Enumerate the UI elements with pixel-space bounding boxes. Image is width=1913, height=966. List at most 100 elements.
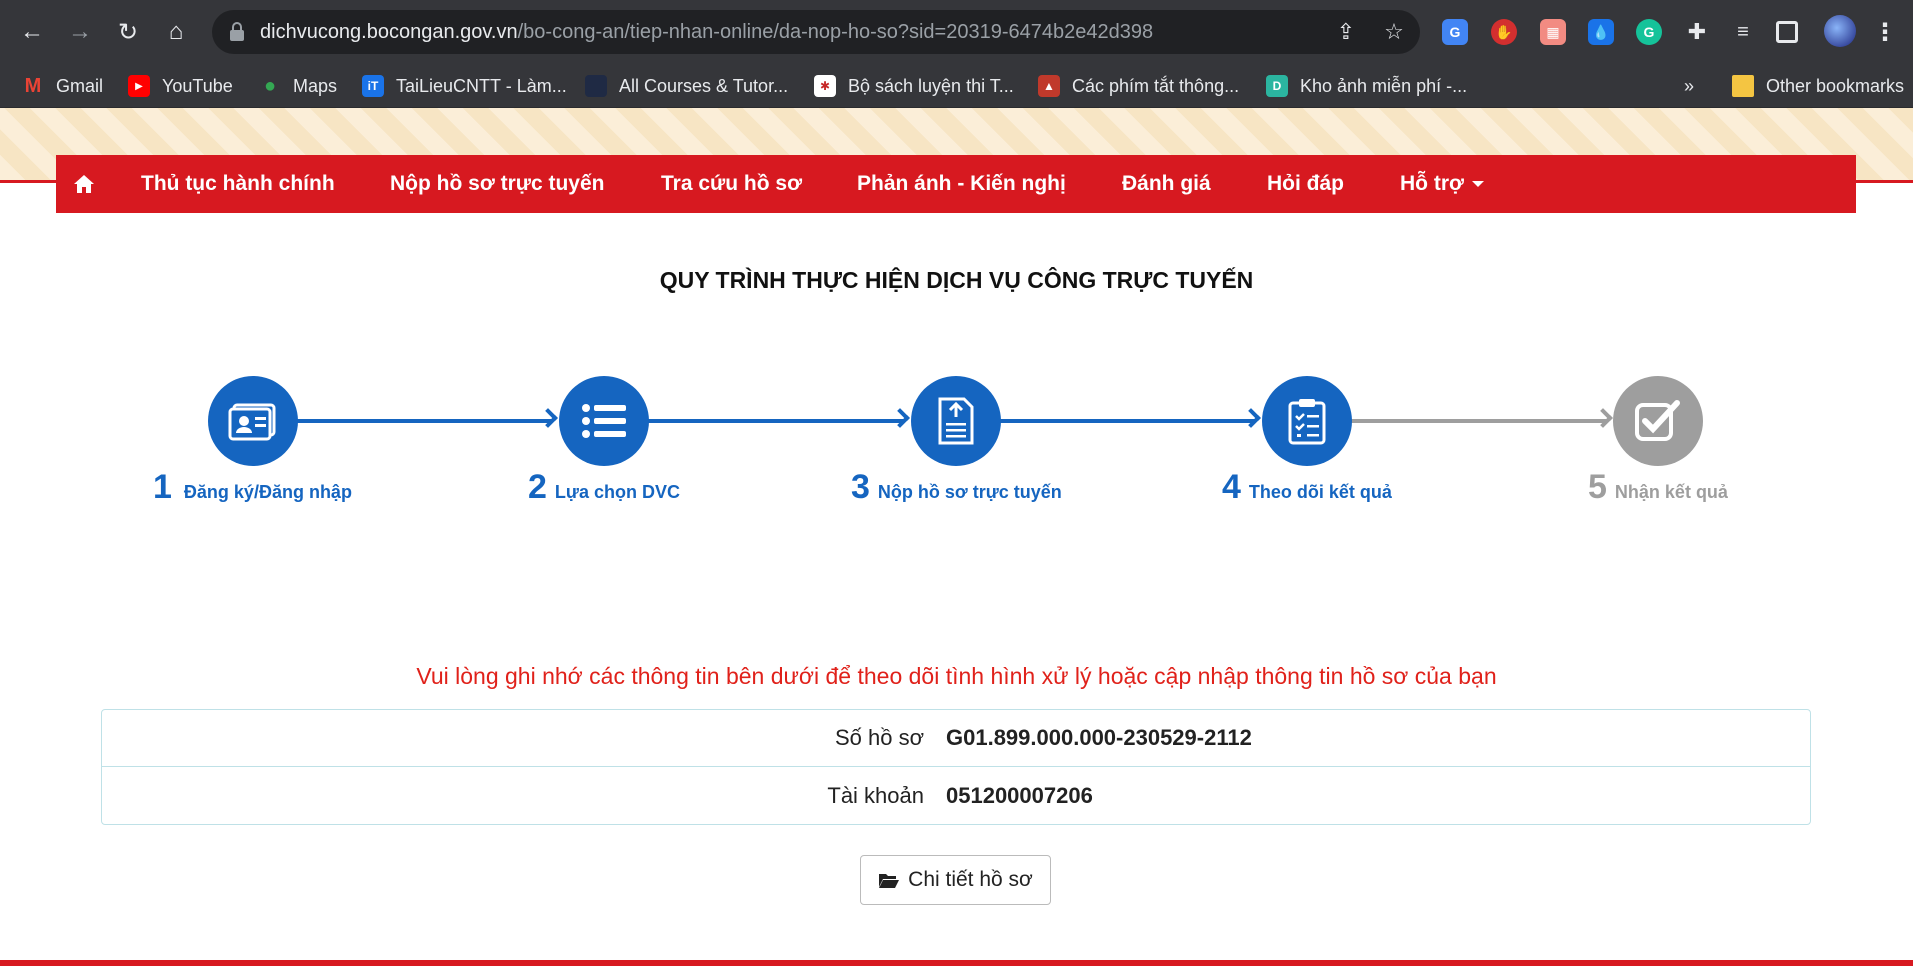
account-value: 051200007206 bbox=[946, 782, 1093, 808]
step-5-label: 5 Nhận kết quả bbox=[1588, 468, 1728, 507]
table-row: Tài khoản 051200007206 bbox=[102, 767, 1810, 824]
main-navigation: Thủ tục hành chính Nộp hồ sơ trực tuyến … bbox=[56, 155, 1856, 213]
step-connector bbox=[1000, 419, 1256, 423]
caret-down-icon bbox=[1471, 181, 1484, 188]
bookmark-photo[interactable]: D Kho ảnh miễn phí -... bbox=[1266, 64, 1467, 108]
media-queue-icon[interactable]: ≡ bbox=[1730, 19, 1756, 45]
url-host: dichvucong.bocongan.gov.vn bbox=[260, 21, 518, 43]
step-1-label: 1 Đăng ký/Đăng nhập bbox=[153, 468, 352, 507]
profile-avatar[interactable] bbox=[1824, 15, 1856, 47]
drop-extension-icon[interactable]: 💧 bbox=[1588, 19, 1614, 45]
step-number: 2 bbox=[528, 468, 547, 506]
step-text: Đăng ký/Đăng nhập bbox=[183, 482, 352, 502]
gmail-icon: M bbox=[24, 74, 42, 97]
bookmark-label: Bộ sách luyện thi T... bbox=[848, 75, 1014, 96]
nav-hoi-dap[interactable]: Hỏi đáp bbox=[1267, 155, 1344, 213]
folder-open-icon bbox=[879, 873, 900, 888]
step-4-circle bbox=[1262, 376, 1352, 466]
star-icon[interactable]: ☆ bbox=[1380, 18, 1408, 46]
nav-ho-tro[interactable]: Hỗ trợ bbox=[1400, 155, 1484, 213]
arrow-right-icon bbox=[890, 408, 910, 428]
bookmark-courses[interactable]: All Courses & Tutor... bbox=[585, 64, 788, 108]
translate-extension-icon[interactable]: G bbox=[1442, 19, 1468, 45]
detail-button[interactable]: Chi tiết hồ sơ bbox=[860, 855, 1051, 905]
ho-so-label: Số hồ sơ bbox=[834, 725, 924, 750]
step-3-label: 3 Nộp hồ sơ trực tuyến bbox=[851, 468, 1062, 507]
bookmark-label: All Courses & Tutor... bbox=[619, 75, 789, 96]
youtube-icon: ▶ bbox=[128, 75, 150, 97]
bookmarks-overflow-button[interactable]: » bbox=[1684, 64, 1694, 108]
notice-message: Vui lòng ghi nhớ các thông tin bên dưới … bbox=[416, 663, 1497, 689]
table-row: Số hồ sơ G01.899.000.000-230529-2112 bbox=[102, 710, 1810, 767]
bookmarks-bar: M Gmail ▶ YouTube ● Maps iT TaiLieuCNTT - Là… bbox=[0, 64, 1913, 108]
bookmark-youtube[interactable]: ▶ YouTube bbox=[128, 64, 233, 108]
list-icon bbox=[582, 404, 626, 438]
step-number: 5 bbox=[1588, 468, 1607, 506]
bookmark-label: Các phím tắt thông... bbox=[1072, 75, 1240, 96]
extensions-puzzle-icon[interactable]: ✚ bbox=[1684, 19, 1710, 45]
id-card-icon bbox=[228, 403, 276, 441]
step-number: 1 bbox=[153, 468, 172, 506]
other-bookmarks-label: Other bookmarks bbox=[1766, 75, 1905, 96]
courses-icon bbox=[585, 75, 607, 97]
maps-icon: ● bbox=[263, 74, 277, 97]
step-text: Nhận kết quả bbox=[1614, 482, 1728, 502]
step-2-label: 2 Lựa chọn DVC bbox=[528, 468, 680, 507]
home-icon[interactable]: ⌂ bbox=[158, 14, 194, 50]
share-icon[interactable]: ⇪ bbox=[1332, 18, 1360, 46]
bookmark-tailieucntt[interactable]: iT TaiLieuCNTT - Làm... bbox=[362, 64, 567, 108]
nav-thu-tuc-hanh-chinh[interactable]: Thủ tục hành chính bbox=[141, 155, 335, 213]
info-table: Số hồ sơ G01.899.000.000-230529-2112 Tài… bbox=[101, 709, 1811, 825]
ho-so-value: G01.899.000.000-230529-2112 bbox=[946, 725, 1252, 750]
grammarly-extension-icon[interactable]: G bbox=[1636, 19, 1662, 45]
shortcut-icon: ▲ bbox=[1038, 75, 1060, 97]
book-icon: ✱ bbox=[814, 75, 836, 97]
step-text: Theo dõi kết quả bbox=[1248, 482, 1392, 502]
forward-icon[interactable]: → bbox=[62, 14, 98, 50]
adblock-extension-icon[interactable]: ✋ bbox=[1491, 19, 1517, 45]
bookmark-label: Gmail bbox=[56, 75, 104, 96]
bookmark-label: Kho ảnh miễn phí -... bbox=[1300, 75, 1468, 96]
nav-tra-cuu-ho-so[interactable]: Tra cứu hồ sơ bbox=[661, 155, 802, 213]
folder-icon bbox=[1732, 75, 1754, 97]
upload-document-icon bbox=[938, 397, 974, 445]
bookmark-book[interactable]: ✱ Bộ sách luyện thi T... bbox=[814, 64, 1014, 108]
bookmark-label: Maps bbox=[293, 75, 338, 96]
detail-button-label: Chi tiết hồ sơ bbox=[908, 868, 1033, 891]
side-panel-icon[interactable] bbox=[1776, 21, 1798, 43]
nav-phan-anh-kien-nghi[interactable]: Phản ánh - Kiến nghị bbox=[857, 155, 1066, 213]
clipboard-checklist-icon bbox=[1288, 399, 1326, 445]
menu-kebab-icon[interactable]: ⋮ bbox=[1872, 19, 1898, 46]
bookmark-shortcut[interactable]: ▲ Các phím tắt thông... bbox=[1038, 64, 1239, 108]
screenshot-extension-icon[interactable]: ▦ bbox=[1540, 19, 1566, 45]
step-connector bbox=[1351, 419, 1608, 423]
checkbox-icon bbox=[1635, 400, 1680, 441]
bookmark-label: TaiLieuCNTT - Làm... bbox=[396, 75, 567, 96]
reload-icon[interactable]: ↻ bbox=[110, 14, 146, 50]
photo-icon: D bbox=[1266, 75, 1288, 97]
nav-ho-tro-label: Hỗ trợ bbox=[1400, 172, 1464, 195]
step-connector bbox=[648, 419, 905, 423]
step-number: 3 bbox=[851, 468, 870, 506]
step-text: Lựa chọn DVC bbox=[554, 482, 680, 502]
page-content: Thủ tục hành chính Nộp hồ sơ trực tuyến … bbox=[0, 108, 1913, 966]
footer-divider bbox=[0, 960, 1913, 966]
step-number: 4 bbox=[1222, 468, 1241, 506]
browser-toolbar: ← → ↻ ⌂ dichvucong.bocongan.gov.vn/bo-co… bbox=[0, 0, 1913, 64]
other-bookmarks[interactable]: Other bookmarks bbox=[1732, 64, 1904, 108]
home-nav-icon[interactable] bbox=[72, 173, 96, 195]
step-5-circle bbox=[1613, 376, 1703, 466]
step-2-circle bbox=[559, 376, 649, 466]
bookmark-gmail[interactable]: M Gmail bbox=[22, 64, 103, 108]
arrow-right-icon bbox=[538, 408, 558, 428]
process-title: QUY TRÌNH THỰC HIỆN DỊCH VỤ CÔNG TRỰC TU… bbox=[659, 267, 1254, 293]
address-bar[interactable]: dichvucong.bocongan.gov.vn/bo-cong-an/ti… bbox=[212, 10, 1420, 54]
nav-danh-gia[interactable]: Đánh giá bbox=[1122, 155, 1211, 213]
step-4-label: 4 Theo dõi kết quả bbox=[1222, 468, 1392, 507]
url-path: /bo-cong-an/tiep-nhan-online/da-nop-ho-s… bbox=[517, 21, 1154, 43]
nav-nop-ho-so[interactable]: Nộp hồ sơ trực tuyến bbox=[390, 155, 604, 213]
step-3-circle bbox=[911, 376, 1001, 466]
back-icon[interactable]: ← bbox=[14, 14, 50, 50]
step-connector bbox=[297, 419, 553, 423]
bookmark-maps[interactable]: ● Maps bbox=[259, 64, 337, 108]
